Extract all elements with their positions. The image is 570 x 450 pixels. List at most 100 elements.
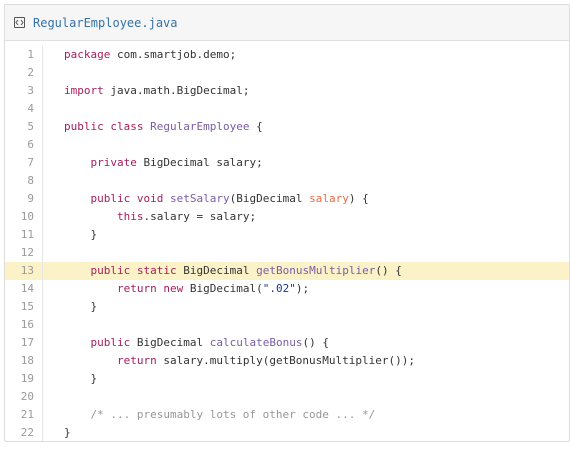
line-source: }	[43, 424, 71, 441]
code-token: RegularEmployee	[150, 120, 250, 133]
line-number[interactable]: 20	[5, 388, 43, 406]
line-number[interactable]: 22	[5, 424, 43, 441]
code-token: .salary = salary;	[143, 210, 257, 223]
file-name-link[interactable]: RegularEmployee.java	[33, 16, 178, 30]
line-number[interactable]: 5	[5, 118, 43, 136]
code-line[interactable]: 12	[5, 244, 569, 262]
code-line[interactable]: 15 }	[5, 298, 569, 316]
line-number[interactable]: 8	[5, 172, 43, 190]
code-token: return new BigDecimal(	[116, 282, 263, 295]
code-viewer: RegularEmployee.java 1 package com.smartj…	[4, 4, 570, 442]
code-line[interactable]: 16	[5, 316, 569, 334]
line-source	[43, 64, 64, 82]
code-token: calculateBonus	[209, 336, 303, 349]
line-source: }	[43, 298, 97, 316]
code-line[interactable]: 17 public BigDecimal calculateBonus() {	[5, 334, 569, 352]
line-source	[43, 388, 64, 406]
line-number[interactable]: 3	[5, 82, 43, 100]
code-line[interactable]: 18 return salary.multiply(getBonusMultip…	[5, 352, 569, 370]
code-line[interactable]: 7 private BigDecimal salary;	[5, 154, 569, 172]
code-token: import java.math.BigDecimal;	[64, 84, 250, 97]
code-token: }	[64, 372, 98, 385]
code-line[interactable]: 2	[5, 64, 569, 82]
line-source: return salary.multiply(getBonusMultiplie…	[43, 352, 415, 370]
code-line[interactable]: 20	[5, 388, 569, 406]
line-number[interactable]: 18	[5, 352, 43, 370]
code-token: package com.smartjob.demo;	[64, 48, 237, 61]
code-line[interactable]: 5 public class RegularEmployee {	[5, 118, 569, 136]
line-source: /* ... presumably lots of other code ...…	[43, 406, 375, 424]
line-number[interactable]: 2	[5, 64, 43, 82]
code-line[interactable]: 9 public void setSalary(BigDecimal salar…	[5, 190, 569, 208]
code-token: ) {	[348, 192, 369, 205]
line-number[interactable]: 7	[5, 154, 43, 172]
line-source: public void setSalary(BigDecimal salary)…	[43, 190, 369, 208]
line-number[interactable]: 6	[5, 136, 43, 154]
line-number[interactable]: 15	[5, 298, 43, 316]
line-number[interactable]: 17	[5, 334, 43, 352]
code-token: () {	[302, 336, 329, 349]
code-line[interactable]: 8	[5, 172, 569, 190]
code-line[interactable]: 6	[5, 136, 569, 154]
line-source: private BigDecimal salary;	[43, 154, 263, 172]
line-number[interactable]: 9	[5, 190, 43, 208]
line-source: import java.math.BigDecimal;	[43, 82, 249, 100]
line-source	[43, 316, 64, 334]
line-source: }	[43, 370, 97, 388]
code-line[interactable]: 19 }	[5, 370, 569, 388]
line-source: package com.smartjob.demo;	[43, 46, 236, 64]
line-number[interactable]: 10	[5, 208, 43, 226]
code-token: }	[64, 426, 71, 439]
code-token: public class	[64, 120, 144, 133]
code-line[interactable]: 10 this.salary = salary;	[5, 208, 569, 226]
line-source	[43, 100, 64, 118]
code-file-icon	[14, 17, 25, 28]
line-number[interactable]: 16	[5, 316, 43, 334]
code-token: return salary.multiply(getBonusMultiplie…	[116, 354, 416, 367]
code-line[interactable]: 21 /* ... presumably lots of other code …	[5, 406, 569, 424]
line-number[interactable]: 19	[5, 370, 43, 388]
line-number[interactable]: 4	[5, 100, 43, 118]
line-source: public class RegularEmployee {	[43, 118, 263, 136]
line-source: public BigDecimal calculateBonus() {	[43, 334, 329, 352]
code-token: public static BigDecimal	[90, 264, 257, 277]
code-token: }	[64, 300, 98, 313]
line-number[interactable]: 21	[5, 406, 43, 424]
code-token: (BigDecimal	[229, 192, 310, 205]
code-token: ".02"	[262, 282, 296, 295]
code-line[interactable]: 14 return new BigDecimal(".02");	[5, 280, 569, 298]
code-token: getBonusMultiplier	[256, 264, 376, 277]
code-line[interactable]: 3 import java.math.BigDecimal;	[5, 82, 569, 100]
code-token: public void	[90, 192, 164, 205]
line-number[interactable]: 13	[5, 262, 43, 280]
line-source: this.salary = salary;	[43, 208, 256, 226]
line-number[interactable]: 14	[5, 280, 43, 298]
code-token: }	[64, 228, 98, 241]
code-token: /* ... presumably lots of other code ...…	[64, 408, 376, 421]
code-token: salary	[309, 192, 349, 205]
code-token: public BigDecimal	[90, 336, 210, 349]
code-token: this	[116, 210, 144, 223]
line-number[interactable]: 11	[5, 226, 43, 244]
line-source: public static BigDecimal getBonusMultipl…	[43, 262, 402, 280]
code-line[interactable]: 4	[5, 100, 569, 118]
line-source	[43, 172, 64, 190]
file-header: RegularEmployee.java	[5, 5, 569, 41]
line-source	[43, 136, 64, 154]
code-token: setSalary	[170, 192, 230, 205]
code-body: 1 package com.smartjob.demo; 2 3 import java…	[5, 41, 569, 441]
code-line[interactable]: 22}	[5, 424, 569, 441]
code-line[interactable]: 13 public static BigDecimal getBonusMult…	[5, 262, 569, 280]
code-token: () {	[375, 264, 402, 277]
line-source: }	[43, 226, 97, 244]
code-token: private BigDecimal salary;	[90, 156, 263, 169]
line-number[interactable]: 1	[5, 46, 43, 64]
code-line[interactable]: 1 package com.smartjob.demo;	[5, 46, 569, 64]
code-token: {	[249, 120, 263, 133]
code-line[interactable]: 11 }	[5, 226, 569, 244]
line-source	[43, 244, 64, 262]
code-token: );	[295, 282, 310, 295]
line-source: return new BigDecimal(".02");	[43, 280, 309, 298]
line-number[interactable]: 12	[5, 244, 43, 262]
